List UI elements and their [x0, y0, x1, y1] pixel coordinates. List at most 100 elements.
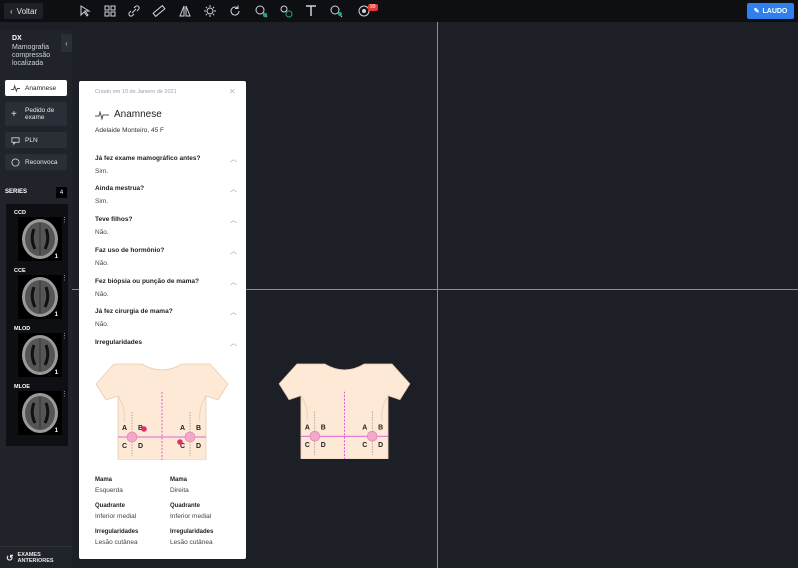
quadrant-letter-d: D — [196, 443, 201, 450]
sidebar-item-label: Anamnese — [25, 84, 57, 92]
chat-icon — [11, 136, 20, 145]
anamnese-panel: Criado em 10 de Janeiro de 2021 ✕ Anamne… — [79, 81, 246, 559]
quadrant-letter-c: C — [305, 442, 310, 449]
mama-value: Direita — [170, 487, 189, 494]
series-thumb-cce[interactable]: 1 — [18, 275, 62, 319]
question: Faz uso de hormônio? — [95, 247, 165, 254]
laudo-label: LAUDO — [762, 7, 788, 15]
answer: Não. — [95, 229, 109, 236]
series-list: CCD ⋮ 1 CCE ⋮ 1 MLOD ⋮ 1 MLOE ⋮ 1 — [6, 204, 68, 446]
sidebar-item-label: Pedido de exame — [25, 107, 55, 121]
answer: Sim. — [95, 168, 108, 175]
lesion-marker-right[interactable] — [177, 439, 183, 445]
viewport-divider-vertical — [437, 22, 438, 568]
rotate-icon[interactable] — [228, 4, 242, 18]
quadrant-letter-a: A — [180, 425, 185, 432]
question: Ainda mestrua? — [95, 185, 145, 192]
sidebar-item-reconvoca[interactable]: Reconvoca — [5, 154, 67, 170]
pulse-icon — [11, 83, 20, 93]
irregularidades-label: Irregularidades — [95, 529, 139, 535]
question: Já fez cirurgia de mama? — [95, 308, 173, 315]
series-thumb-mlod[interactable]: 1 — [18, 333, 62, 377]
magnify-icon[interactable] — [329, 4, 343, 18]
irregularidades-value: Lesão cutânea — [95, 539, 138, 546]
more-icon[interactable]: ⋮ — [61, 216, 68, 224]
series-thumb-ccd[interactable]: 1 — [18, 217, 62, 261]
more-icon[interactable]: ⋮ — [61, 332, 68, 340]
history-icon: ↺ — [6, 552, 14, 563]
breast-quadrant-diagram-viewport: A B C D A B C D — [278, 363, 411, 459]
chevron-up-icon[interactable]: ︿ — [230, 307, 237, 317]
zoom-icon[interactable] — [254, 4, 268, 18]
breast-quadrant-diagram[interactable]: A B C D A B C D — [94, 362, 230, 460]
measure-icon[interactable] — [279, 4, 293, 18]
chevron-up-icon[interactable]: ︿ — [230, 338, 237, 348]
top-toolbar: ‹ Voltar 99 ✎ LAUDO — [0, 0, 798, 22]
chevron-left-icon: ‹ — [10, 6, 13, 16]
right-nipple — [184, 431, 196, 443]
quadrant-letter-a: A — [362, 424, 367, 431]
cursor-icon[interactable] — [78, 4, 92, 18]
series-count: 1 — [52, 254, 60, 260]
back-button[interactable]: ‹ Voltar — [4, 3, 44, 19]
flip-icon[interactable] — [178, 4, 192, 18]
sidebar-item-anamnese[interactable]: Anamnese — [5, 80, 67, 96]
answer: Não. — [95, 260, 109, 267]
chevron-up-icon[interactable]: ︿ — [230, 215, 237, 225]
mama-label: Mama — [95, 477, 113, 483]
series-label-mloe: MLOE — [14, 384, 30, 390]
quadrante-label: Quadrante — [95, 503, 126, 509]
series-label: SERIES — [5, 189, 28, 195]
mama-label: Mama — [170, 477, 188, 483]
lesion-marker-left[interactable] — [141, 426, 147, 432]
chevron-up-icon[interactable]: ︿ — [230, 154, 237, 164]
series-thumb-mloe[interactable]: 1 — [18, 391, 62, 435]
quadrant-letter-a: A — [305, 424, 310, 431]
series-label-ccd: CCD — [14, 210, 26, 216]
exam-description: Mamografia compressão localizada — [12, 44, 51, 67]
previous-exams-button[interactable]: ↺ EXAMES ANTERIORES — [0, 546, 72, 568]
laudo-button[interactable]: ✎ LAUDO — [747, 3, 794, 19]
collapse-sidebar-button[interactable]: ‹ — [61, 34, 72, 52]
sidebar-item-pedido[interactable]: + Pedido de exame — [5, 102, 67, 126]
answer: Não. — [95, 291, 109, 298]
pencil-icon: ✎ — [753, 8, 760, 15]
created-date: Criado em 10 de Janeiro de 2021 — [95, 89, 177, 95]
chevron-up-icon[interactable]: ︿ — [230, 277, 237, 287]
quadrant-letter-b: B — [378, 424, 383, 431]
quadrant-letter-a: A — [122, 425, 127, 432]
series-label-mlod: MLOD — [14, 326, 31, 332]
question: Já fez exame mamográfico antes? — [95, 155, 201, 162]
grid-icon[interactable] — [103, 4, 117, 18]
ruler-icon[interactable] — [152, 4, 166, 18]
series-count: 1 — [52, 312, 60, 318]
answer: Sim. — [95, 198, 108, 205]
back-label: Voltar — [16, 6, 38, 16]
quadrant-letter-d: D — [138, 443, 143, 450]
series-count: 1 — [52, 370, 60, 376]
quadrant-letter-b: B — [321, 424, 326, 431]
series-count: 4 — [56, 187, 67, 198]
chevron-up-icon[interactable]: ︿ — [230, 184, 237, 194]
right-nipple — [366, 430, 378, 442]
quadrant-letter-b: B — [196, 425, 201, 432]
more-icon[interactable]: ⋮ — [61, 274, 68, 282]
question: Teve filhos? — [95, 216, 133, 223]
quadrant-letter-c: C — [122, 443, 127, 450]
quadrante-value: Inferior medial — [170, 513, 212, 520]
quadrant-letter-d: D — [321, 442, 326, 449]
left-nipple — [309, 430, 321, 442]
quadrante-value: Inferior medial — [95, 513, 137, 520]
notification-badge: 99 — [368, 4, 378, 11]
question: Fez biópsia ou punção de mama? — [95, 278, 200, 285]
sidebar-item-label: PLN — [25, 136, 38, 144]
chevron-up-icon[interactable]: ︿ — [230, 246, 237, 256]
more-icon[interactable]: ⋮ — [61, 390, 68, 398]
link-icon[interactable] — [127, 4, 141, 18]
brightness-icon[interactable] — [203, 4, 217, 18]
left-nipple — [126, 431, 138, 443]
sidebar-item-pln[interactable]: PLN — [5, 132, 67, 148]
patient-info: Adelaide Monteiro, 45 F — [95, 127, 165, 134]
close-icon[interactable]: ✕ — [229, 87, 236, 96]
text-icon[interactable] — [304, 4, 318, 18]
